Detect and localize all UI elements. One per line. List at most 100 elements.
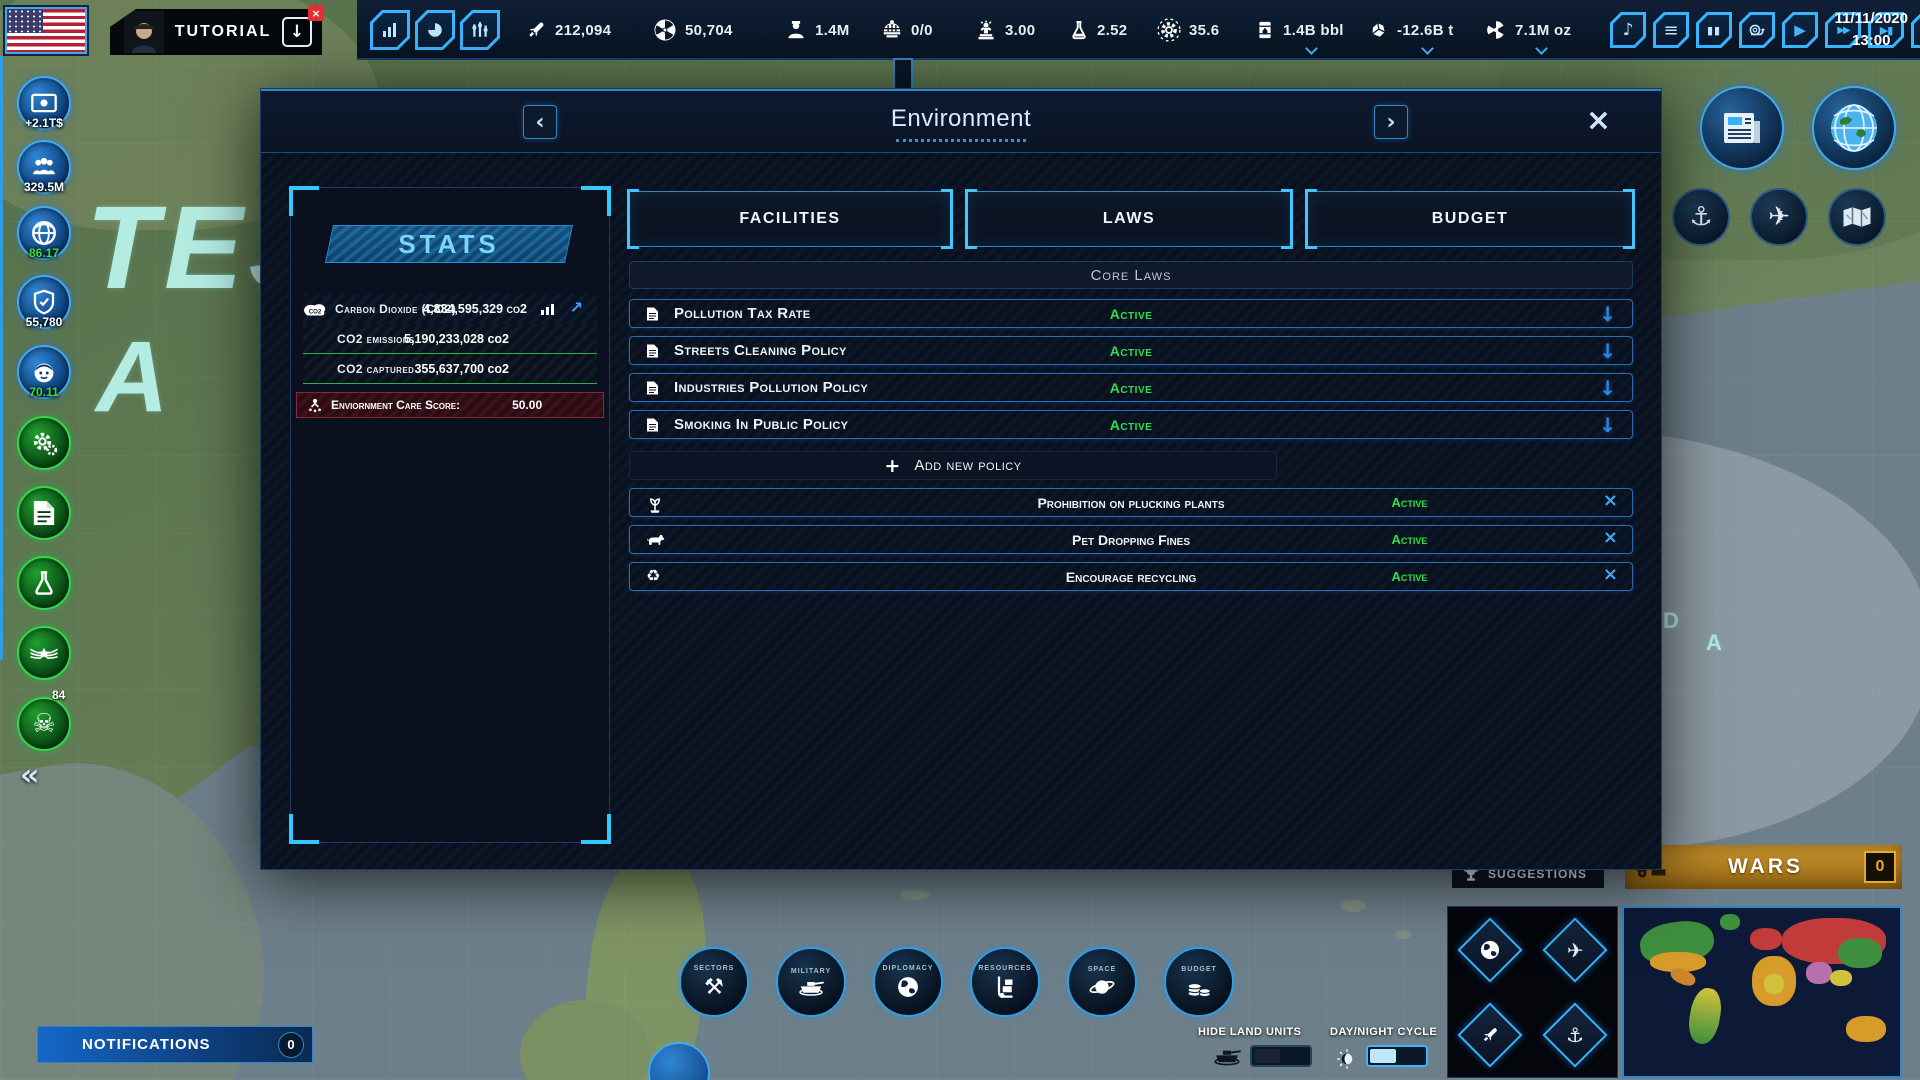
pause-button[interactable]: ▮▮ <box>1696 12 1732 48</box>
diplomacy-button[interactable]: DIPLOMACY <box>873 947 943 1017</box>
world-map-button[interactable] <box>1812 86 1896 170</box>
co2-emissions-row: CO2 emissions 5,190,233,028 co2 <box>303 324 597 354</box>
minimap[interactable] <box>1622 906 1902 1078</box>
bar-chart-icon <box>373 13 407 47</box>
coal-expand-chevron[interactable] <box>1421 42 1434 55</box>
resource-satellites[interactable]: 0/0 <box>881 0 933 60</box>
hide-land-units-toggle[interactable] <box>1250 1045 1312 1067</box>
law-row-streets-cleaning[interactable]: Streets Cleaning Policy Active ↓ <box>629 336 1633 365</box>
map-label-letter: D <box>1663 608 1685 633</box>
research-button[interactable] <box>17 556 71 610</box>
charts-button[interactable] <box>370 10 410 50</box>
music-button[interactable]: ♪ <box>1610 12 1646 48</box>
resources-button[interactable]: RESOURCES <box>970 947 1040 1017</box>
close-icon: × <box>311 6 321 20</box>
military-button[interactable]: MILITARY <box>776 947 846 1017</box>
uranium-icon <box>1485 19 1507 41</box>
resource-production[interactable]: 35.6 <box>1157 0 1219 60</box>
airforce-button[interactable]: ✈ <box>1750 188 1808 246</box>
resource-manpower[interactable]: 1.4M <box>785 0 850 60</box>
prev-page-button[interactable]: ‹ <box>523 105 557 139</box>
minimap-landmass <box>1838 938 1882 968</box>
policy-remove-button[interactable]: × <box>1603 564 1618 585</box>
missile-mode-button[interactable] <box>1457 1001 1523 1068</box>
svg-text:CO2: CO2 <box>309 308 322 315</box>
law-expand-arrow[interactable]: ↓ <box>1599 413 1616 437</box>
sidebar-collapse-button[interactable]: « <box>20 758 39 793</box>
tab-facilities[interactable]: FACILITIES <box>627 189 953 249</box>
threat-badge: 84 <box>52 688 66 702</box>
tab-budget[interactable]: BUDGET <box>1305 189 1635 249</box>
gold-value: 7.1M oz <box>1515 21 1572 39</box>
resource-missiles[interactable]: 212,094 <box>525 0 611 60</box>
map-mode-button[interactable] <box>1828 188 1886 246</box>
log-button[interactable]: ≡ <box>1653 12 1689 48</box>
trend-up-icon[interactable]: ↗ <box>570 298 583 317</box>
law-row-industries-pollution[interactable]: Industries Pollution Policy Active ↓ <box>629 373 1633 402</box>
toggle-knob <box>1370 1049 1396 1063</box>
policy-name: Pet Dropping Fines <box>1071 531 1190 548</box>
laws-button[interactable] <box>17 486 71 540</box>
diplomacy-label: DIPLOMACY <box>882 965 934 972</box>
add-new-policy-button[interactable]: + Add new policy <box>629 451 1277 480</box>
oil-expand-chevron[interactable] <box>1305 42 1318 55</box>
modal-close-button[interactable]: × <box>1586 103 1611 138</box>
notifications-bar[interactable]: NOTIFICATIONS 0 <box>37 1026 313 1063</box>
mini-chart-icon <box>541 304 554 315</box>
air-mode-button[interactable]: ✈ <box>1542 916 1608 983</box>
policy-remove-button[interactable]: × <box>1603 527 1618 548</box>
oil-value: 1.4B bbl <box>1283 21 1344 39</box>
plus-icon: + <box>884 454 901 477</box>
globe-mode-button[interactable] <box>1457 916 1523 983</box>
naval-mode-button[interactable]: ⚓ <box>1542 1001 1608 1068</box>
law-row-smoking-public[interactable]: Smoking In Public Policy Active ↓ <box>629 410 1633 439</box>
resource-oil[interactable]: 1.4B bbl <box>1255 0 1344 60</box>
co2-captured-value: 355,637,700 co2 <box>414 361 509 376</box>
policy-row-encourage-recycling[interactable]: ♻ Encourage recycling Active × <box>629 562 1633 591</box>
resource-coal[interactable]: -12.6B t <box>1367 0 1454 60</box>
top-resource-bar: 212,094 50,704 1.4M 0/0 3.00 2.52 35.6 1… <box>357 0 1920 60</box>
co2-captured-row: CO2 captured 355,637,700 co2 <box>303 354 597 384</box>
slow-speed-button[interactable] <box>1739 12 1775 48</box>
tab-laws[interactable]: LAWS <box>965 189 1293 249</box>
topbar-center-tab[interactable] <box>893 58 913 90</box>
resource-gold[interactable]: 7.1M oz <box>1485 0 1571 60</box>
next-page-button[interactable]: › <box>1374 105 1408 139</box>
country-flag-usa[interactable] <box>5 7 87 54</box>
military-wings-button[interactable] <box>17 626 71 680</box>
law-expand-arrow[interactable]: ↓ <box>1599 376 1616 400</box>
wars-panel[interactable]: WARS 0 <box>1625 845 1902 889</box>
co2-emissions-label: CO2 emissions <box>337 331 415 346</box>
care-score-value: 50.00 <box>512 398 543 412</box>
tutorial-download-button[interactable]: ↓ <box>282 17 312 47</box>
research-value: 2.52 <box>1097 21 1128 39</box>
day-night-toggle[interactable] <box>1366 1045 1428 1067</box>
policy-row-plucking-plants[interactable]: Prohibition on plucking plants Active × <box>629 488 1633 517</box>
resource-nuclear[interactable]: 50,704 <box>653 0 733 60</box>
sliders-icon <box>463 13 497 47</box>
stats-sliders-button[interactable] <box>460 10 500 50</box>
tutorial-close-badge[interactable]: × <box>308 5 324 21</box>
environment-modal: Environment ‹ › × FACILITIES LAWS BUDGET… <box>260 88 1662 870</box>
law-row-pollution-tax[interactable]: Pollution Tax Rate Active ↓ <box>629 299 1633 328</box>
settings-button[interactable] <box>17 416 71 470</box>
budget-button[interactable]: BUDGET <box>1164 947 1234 1017</box>
threat-button[interactable]: ☠ <box>17 697 71 751</box>
policy-remove-button[interactable]: × <box>1603 490 1618 511</box>
home-button[interactable]: ⌂ <box>1911 12 1920 48</box>
sectors-button[interactable]: SECTORS ⚒ <box>679 947 749 1017</box>
play-button[interactable]: ▶ <box>1782 12 1818 48</box>
resource-research[interactable]: 2.52 <box>1069 0 1127 60</box>
space-button[interactable]: SPACE <box>1067 947 1137 1017</box>
gold-expand-chevron[interactable] <box>1535 42 1548 55</box>
law-expand-arrow[interactable]: ↓ <box>1599 302 1616 326</box>
tutorial-panel[interactable]: TUTORIAL ↓ <box>110 9 322 55</box>
news-button[interactable] <box>1700 86 1784 170</box>
resource-monuments[interactable]: 3.00 <box>975 0 1035 60</box>
policy-row-pet-dropping[interactable]: Pet Dropping Fines Active × <box>629 525 1633 554</box>
co2-captured-label: CO2 captured <box>337 361 415 376</box>
naval-button[interactable]: ⚓ <box>1672 188 1730 246</box>
law-expand-arrow[interactable]: ↓ <box>1599 339 1616 363</box>
pie-chart-button[interactable] <box>415 10 455 50</box>
title-dots <box>896 139 1026 142</box>
